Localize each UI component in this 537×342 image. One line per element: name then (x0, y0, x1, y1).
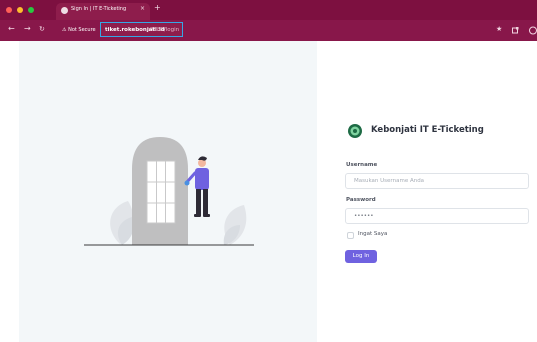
door-window (146, 160, 176, 224)
password-input[interactable]: •••••• (345, 208, 529, 224)
login-button-label: Log In (352, 253, 370, 259)
reload-icon[interactable]: ↻ (39, 25, 45, 33)
window-minimize-button[interactable] (17, 7, 23, 13)
browser-tab-bar: Sign In | IT E-Ticketing × + (0, 0, 537, 20)
password-label: Password (346, 197, 376, 203)
not-secure-indicator[interactable]: ⚠ Not Secure (62, 27, 96, 33)
username-placeholder: Masukan Username Anda (354, 178, 425, 184)
username-input[interactable]: Masukan Username Anda (345, 173, 529, 189)
brand-title: Kebonjati IT E-Ticketing (371, 125, 484, 135)
tab-favicon-icon (61, 7, 68, 14)
password-mask: •••••• (354, 213, 374, 219)
person-bag (184, 180, 190, 186)
browser-nav-bar: ← → ↻ ⚠ Not Secure tiket.rokebonjati.id … (0, 20, 537, 41)
url-path: :8888/login (148, 27, 180, 33)
window-maximize-button[interactable] (28, 7, 34, 13)
warning-icon: ⚠ (62, 27, 67, 33)
profile-icon[interactable] (529, 26, 537, 35)
new-tab-icon[interactable]: + (154, 3, 161, 12)
tab-close-icon[interactable]: × (140, 5, 145, 12)
brand-logo-icon (348, 124, 362, 138)
not-secure-label: Not Secure (68, 27, 96, 33)
login-illustration (84, 137, 254, 246)
username-label: Username (346, 162, 378, 168)
person-shirt (195, 168, 209, 190)
illustration-panel (19, 41, 317, 342)
login-button[interactable]: Log In (345, 250, 377, 263)
extensions-icon[interactable] (511, 26, 520, 35)
browser-tab-active[interactable]: Sign In | IT E-Ticketing × (56, 3, 150, 20)
remember-checkbox[interactable] (347, 232, 354, 239)
back-icon[interactable]: ← (8, 24, 15, 33)
login-panel (317, 41, 537, 342)
address-bar[interactable]: tiket.rokebonjati.id :8888/login (100, 22, 183, 37)
window-close-button[interactable] (6, 7, 12, 13)
tab-title: Sign In | IT E-Ticketing (71, 6, 127, 12)
remember-label[interactable]: Ingat Saya (358, 231, 387, 237)
forward-icon[interactable]: → (24, 24, 31, 33)
bookmark-star-icon[interactable]: ★ (496, 25, 502, 33)
